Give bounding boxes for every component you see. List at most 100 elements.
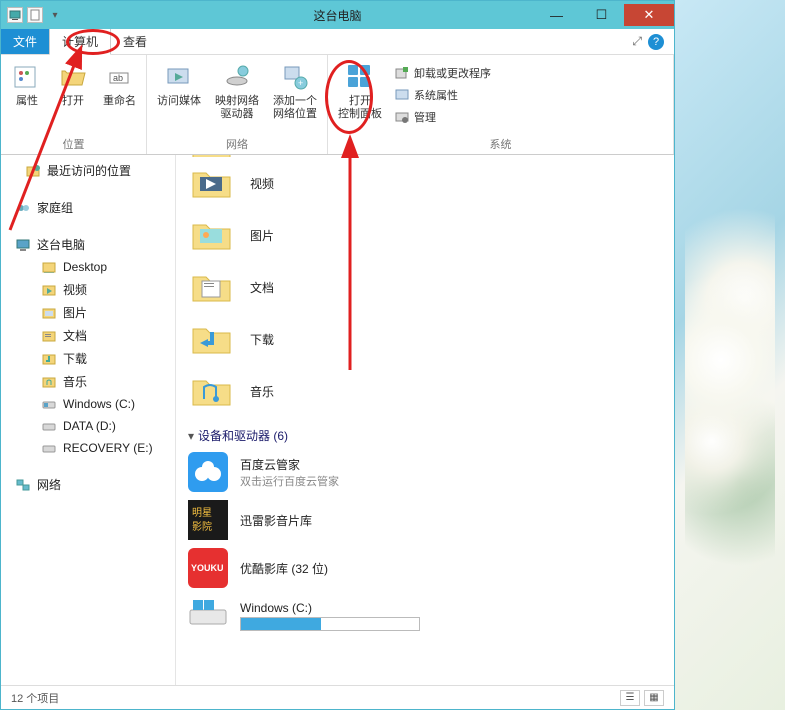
sidebar-recent[interactable]: 最近访问的位置 [1, 159, 175, 182]
sidebar-network[interactable]: 网络 [1, 473, 175, 496]
sidebar-item-label: 视频 [63, 281, 87, 298]
media-icon [163, 61, 195, 93]
svg-text:YOUKU: YOUKU [191, 563, 224, 573]
open-button[interactable]: 打开 [51, 59, 95, 110]
device-icon: 明星影院 [188, 500, 228, 540]
rename-icon: ab [104, 61, 136, 93]
device-row[interactable]: 百度云管家双击运行百度云管家 [184, 448, 666, 496]
rename-label: 重命名 [103, 95, 136, 108]
sidebar-item-label: 图片 [63, 304, 87, 321]
folder-row[interactable]: 视频 [184, 157, 666, 209]
sidebar-item[interactable]: 音乐 [1, 370, 175, 393]
sidebar-item-icon [41, 418, 57, 434]
device-name: 迅雷影音片库 [240, 512, 312, 529]
control-panel-icon [344, 61, 376, 93]
rename-button[interactable]: ab 重命名 [97, 59, 142, 110]
sidebar-item-label: RECOVERY (E:) [63, 441, 153, 455]
recent-icon [25, 163, 41, 179]
devices-header[interactable]: ▾ 设备和驱动器 (6) [184, 417, 666, 448]
window-controls: — ☐ ✕ [534, 4, 674, 26]
body: 最近访问的位置 家庭组 这台电脑 Desktop视频图片文档下载音乐Window… [1, 155, 674, 685]
folder-row[interactable]: 文档 [184, 261, 666, 313]
folder-label: 下载 [250, 331, 274, 348]
help-icon[interactable]: ? [648, 34, 664, 50]
add-network-label: 添加一个 网络位置 [273, 95, 317, 121]
properties-button[interactable]: 属性 [5, 59, 49, 110]
manage-button[interactable]: 管理 [390, 107, 495, 127]
folder-label: 图片 [250, 227, 274, 244]
maximize-button[interactable]: ☐ [579, 4, 624, 26]
sidebar-homegroup-label: 家庭组 [37, 199, 73, 216]
device-row[interactable]: 明星影院迅雷影音片库 [184, 496, 666, 544]
open-icon [57, 61, 89, 93]
add-network-button[interactable]: + 添加一个 网络位置 [267, 59, 323, 123]
sidebar-recent-label: 最近访问的位置 [47, 162, 131, 179]
device-row[interactable]: Windows (C:) [184, 592, 666, 640]
svg-text:ab: ab [113, 73, 123, 83]
sidebar-thispc-label: 这台电脑 [37, 236, 85, 253]
sidebar-item[interactable]: DATA (D:) [1, 415, 175, 437]
view-mode-switcher: ☰ ▦ [620, 690, 664, 706]
ribbon-group-system: 打开 控制面板 卸载或更改程序 系统属性 管理 [328, 55, 674, 154]
tab-computer[interactable]: 计算机 [49, 29, 111, 55]
network-icon [15, 477, 31, 493]
sidebar-item-icon [41, 305, 57, 321]
sidebar-item-icon [41, 282, 57, 298]
system-props-button[interactable]: 系统属性 [390, 85, 495, 105]
open-label: 打开 [62, 95, 84, 108]
sidebar-item[interactable]: Desktop [1, 256, 175, 278]
uninstall-label: 卸载或更改程序 [414, 65, 491, 81]
folder-row[interactable]: 音乐 [184, 365, 666, 417]
details-view-button[interactable]: ☰ [620, 690, 640, 706]
uninstall-button[interactable]: 卸载或更改程序 [390, 63, 495, 83]
sidebar-item-icon [41, 396, 57, 412]
map-drive-button[interactable]: 映射网络 驱动器 [209, 59, 265, 123]
sidebar-item[interactable]: 下载 [1, 347, 175, 370]
device-row[interactable]: YOUKU优酷影库 (32 位) [184, 544, 666, 592]
control-panel-button[interactable]: 打开 控制面板 [332, 59, 388, 123]
access-media-button[interactable]: 访问媒体 [151, 59, 207, 110]
sidebar-item[interactable]: RECOVERY (E:) [1, 437, 175, 459]
sidebar-item-icon [41, 351, 57, 367]
sidebar-item[interactable]: Windows (C:) [1, 393, 175, 415]
folder-label: 视频 [250, 175, 274, 192]
qat-dropdown-icon[interactable]: ▾ [47, 7, 63, 23]
icons-view-button[interactable]: ▦ [644, 690, 664, 706]
sidebar-item[interactable]: 视频 [1, 278, 175, 301]
group-label-network: 网络 [151, 136, 323, 154]
folder-row[interactable]: 图片 [184, 209, 666, 261]
minimize-button[interactable]: — [534, 4, 579, 26]
group-label-location: 位置 [5, 136, 142, 154]
sidebar-item-label: DATA (D:) [63, 419, 116, 433]
properties-icon [11, 61, 43, 93]
ribbon-group-location: 属性 打开 ab 重命名 位置 [1, 55, 147, 154]
pc-icon[interactable] [7, 7, 23, 23]
group-label-system: 系统 [332, 136, 669, 154]
tab-file[interactable]: 文件 [1, 29, 49, 54]
device-icon [188, 452, 228, 492]
drive-usage-bar [240, 617, 420, 631]
folder-icon [188, 371, 236, 411]
sidebar-item-label: 文档 [63, 327, 87, 344]
ribbon-tabs: 文件 计算机 查看 ⤢ ? [1, 29, 674, 55]
sidebar-homegroup[interactable]: 家庭组 [1, 196, 175, 219]
map-drive-label: 映射网络 驱动器 [215, 95, 259, 121]
sidebar-item[interactable]: 图片 [1, 301, 175, 324]
sidebar-item[interactable]: 文档 [1, 324, 175, 347]
sidebar-thispc[interactable]: 这台电脑 [1, 233, 175, 256]
control-panel-label: 打开 控制面板 [338, 95, 382, 121]
map-drive-icon [221, 61, 253, 93]
folder-icon [188, 267, 236, 307]
device-icon [188, 596, 228, 636]
sidebar: 最近访问的位置 家庭组 这台电脑 Desktop 视频图片文档下载音乐Window… [1, 155, 176, 685]
properties-label: 属性 [16, 95, 38, 108]
chevron-down-icon: ▾ [188, 429, 194, 443]
new-icon[interactable] [27, 7, 43, 23]
folder-icon [188, 163, 236, 203]
system-props-icon [394, 87, 410, 103]
minimize-ribbon-icon[interactable]: ⤢ [632, 34, 642, 49]
folder-row[interactable]: 下载 [184, 313, 666, 365]
close-button[interactable]: ✕ [624, 4, 674, 26]
quick-access-toolbar: ▾ [1, 7, 63, 23]
tab-view[interactable]: 查看 [111, 29, 159, 54]
